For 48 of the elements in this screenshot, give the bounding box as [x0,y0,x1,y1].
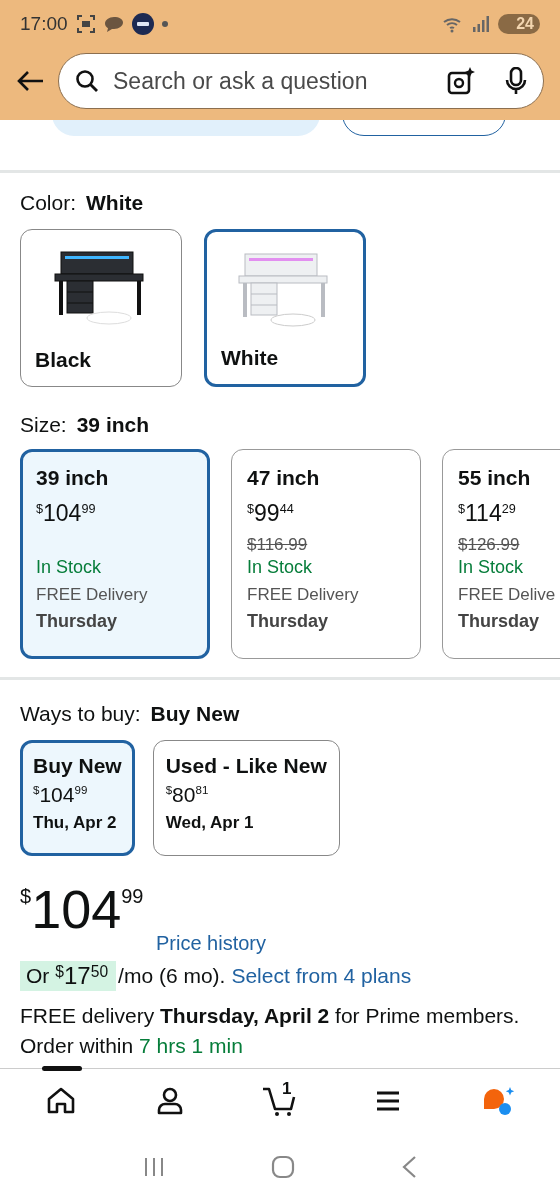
clock: 17:00 [20,13,68,35]
microphone-icon[interactable] [505,67,527,95]
size-option[interactable]: 39 inch $^{$}$104$^{99}$ In Stock FREE Delivery Thursday [20,449,210,659]
delivery-day: Thursday [36,611,194,632]
price: $^{$}$104$^{99}$ [20,882,144,936]
search-field[interactable]: Search or ask a question [58,53,544,109]
plans-link[interactable]: Select from 4 plans [231,964,412,988]
delivery-label: FREE Delive [458,585,557,605]
cart-count: 1 [282,1079,292,1099]
installment-badge: Or $^{$}$17$^{50}$ [20,961,117,991]
delivery-label: FREE Delivery [36,585,149,605]
price: $^{$}$114$^{29}$ [458,502,517,525]
price: $^{$}$99$^{44}$ [247,502,295,525]
dot-icon [161,21,168,27]
stock-status: In Stock [247,557,314,578]
option-label: Size: 39 inch [20,413,151,437]
list-price: $126.99 [458,535,521,555]
buy-option[interactable]: Used - Like New $^{$}$80$^{81}$ Wed, Apr 1 [152,740,340,856]
stock-status: In Stock [36,557,103,578]
price: $^{$}$80$^{81}$ [165,784,210,805]
app-icon [131,13,154,35]
option-label: Ways to buy: Buy New [20,702,241,726]
recent-apps-icon[interactable] [143,1155,165,1178]
size-option[interactable]: 55 inch $^{$}$114$^{29}$ $126.99 In Stock FREE Delive Thursday [442,449,560,659]
search-icon [75,69,99,93]
battery-indicator: 24 [498,14,540,34]
delivery-day: Thursday [247,611,405,632]
home-button-icon[interactable] [271,1154,295,1179]
delivery-day: Thursday [458,611,560,632]
price: $^{$}$104$^{99}$ [36,502,97,525]
back-icon[interactable] [401,1154,417,1179]
option-label: Color: White [20,191,145,215]
delivery-text: FREE delivery Thursday, April 2 for Prime members. Order within 7 hrs 1 min [20,1003,521,1059]
color-option[interactable]: Black [20,229,182,387]
buy-option[interactable]: Buy New $^{$}$104$^{99}$ Thu, Apr 2 [20,740,135,856]
size-option[interactable]: 47 inch $^{$}$99$^{44}$ $116.99 In Stock FREE Delivery Thursday [231,449,421,659]
camera-icon[interactable] [447,67,475,95]
price: $^{$}$104$^{99}$ [33,784,89,805]
installment-terms: /mo (6 mo). [118,964,226,988]
stock-status: In Stock [458,557,525,578]
color-option[interactable]: White [204,229,366,387]
delivery-label: FREE Delivery [247,585,360,605]
list-price: $116.99 [247,535,309,555]
signal-icon [472,15,491,33]
chat-icon [103,15,124,33]
back-arrow-icon[interactable] [16,70,44,92]
price-history-link[interactable]: Price history [156,932,267,955]
screenshot-icon [75,14,96,34]
